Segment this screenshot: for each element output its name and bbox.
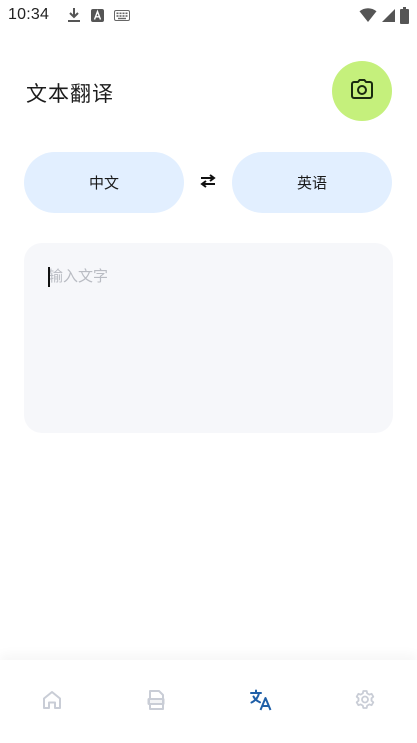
- signal-icon: [381, 7, 396, 23]
- download-icon: [67, 7, 81, 23]
- camera-icon: [351, 79, 373, 103]
- keyboard-icon: [114, 9, 131, 21]
- status-left: 10:34: [8, 6, 131, 24]
- notification-icons: [67, 7, 131, 23]
- text-cursor: [48, 267, 50, 287]
- translate-icon: [249, 688, 273, 716]
- swap-arrows-icon: [200, 173, 216, 192]
- document-icon: [145, 689, 167, 715]
- text-input-card[interactable]: [24, 243, 393, 433]
- nav-documents[interactable]: [126, 672, 186, 732]
- home-icon: [41, 689, 63, 715]
- nav-translate[interactable]: [231, 672, 291, 732]
- system-icons: [359, 6, 409, 24]
- camera-button[interactable]: [332, 61, 392, 121]
- target-language-button[interactable]: 英语: [232, 152, 392, 213]
- wifi-icon: [359, 7, 377, 23]
- status-bar: 10:34: [0, 0, 417, 30]
- page-title: 文本翻译: [26, 82, 114, 106]
- nav-settings[interactable]: [335, 672, 395, 732]
- nav-home[interactable]: [22, 672, 82, 732]
- settings-icon: [354, 689, 376, 715]
- status-time: 10:34: [8, 6, 50, 23]
- a-square-icon: [91, 8, 105, 22]
- swap-languages-button[interactable]: [196, 170, 220, 194]
- battery-icon: [400, 6, 409, 24]
- source-language-button[interactable]: 中文: [24, 152, 184, 213]
- target-language-label: 英语: [296, 174, 327, 192]
- source-language-label: 中文: [88, 174, 119, 192]
- text-input[interactable]: [48, 267, 368, 285]
- bottom-navigation: [0, 660, 417, 743]
